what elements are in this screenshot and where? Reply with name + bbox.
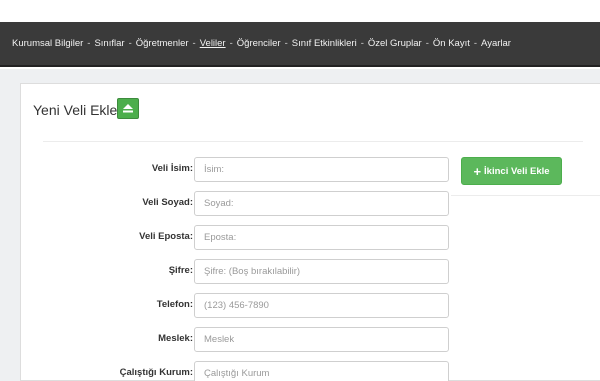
veli-isim-input[interactable] xyxy=(194,157,449,182)
collapse-panel-button[interactable] xyxy=(117,98,139,119)
form-row-telefon: Telefon: xyxy=(21,293,461,318)
form-row-veli-soyad: Veli Soyad: xyxy=(21,191,461,216)
nav-separator: - xyxy=(229,38,233,49)
calistigi-kurum-label: Çalıştığı Kurum: xyxy=(119,367,193,378)
nav-item-ayarlar[interactable]: Ayarlar xyxy=(481,38,511,49)
nav-item-sinif-etkinlikleri[interactable]: Sınıf Etkinlikleri xyxy=(292,38,357,49)
eject-icon xyxy=(123,104,133,113)
meslek-input[interactable] xyxy=(194,327,449,352)
nav-item-ogretmenler[interactable]: Öğretmenler xyxy=(136,38,189,49)
nav-item-on-kayit[interactable]: Ön Kayıt xyxy=(433,38,470,49)
add-second-parent-button[interactable]: + İkinci Veli Ekle xyxy=(461,157,562,185)
nav-separator: - xyxy=(284,38,288,49)
plus-icon: + xyxy=(473,163,482,179)
sifre-input[interactable] xyxy=(194,259,449,284)
panel-divider xyxy=(43,141,583,142)
nav-item-siniflar[interactable]: Sınıflar xyxy=(94,38,124,49)
top-navigation: Kurumsal Bilgiler - Sınıflar - Öğretmenl… xyxy=(0,22,600,67)
telefon-input[interactable] xyxy=(194,293,449,318)
veli-isim-label: Veli İsim: xyxy=(151,163,193,174)
nav-item-veliler[interactable]: Veliler xyxy=(200,38,226,49)
panel-title: Yeni Veli Ekle xyxy=(33,102,118,118)
side-divider xyxy=(451,195,600,196)
nav-separator: - xyxy=(473,38,478,49)
nav-separator: - xyxy=(425,38,429,49)
telefon-label: Telefon: xyxy=(156,299,193,310)
nav-item-kurumsal-bilgiler[interactable]: Kurumsal Bilgiler xyxy=(12,38,83,49)
nav-separator: - xyxy=(128,38,132,49)
form-row-meslek: Meslek: xyxy=(21,327,461,352)
new-parent-panel: Yeni Veli Ekle Veli İsim: Veli Soyad: Ve… xyxy=(20,83,600,381)
form-row-veli-eposta: Veli Eposta: xyxy=(21,225,461,250)
sifre-label: Şifre: xyxy=(168,265,193,276)
meslek-label: Meslek: xyxy=(158,333,193,344)
form-row-sifre: Şifre: xyxy=(21,259,461,284)
nav-separator: - xyxy=(360,38,364,49)
add-second-parent-label: İkinci Veli Ekle xyxy=(484,165,550,177)
nav-item-ogrenciler[interactable]: Öğrenciler xyxy=(237,38,281,49)
nav-item-ozel-gruplar[interactable]: Özel Gruplar xyxy=(368,38,422,49)
nav-separator: - xyxy=(192,38,196,49)
calistigi-kurum-input[interactable] xyxy=(194,361,449,381)
veli-eposta-input[interactable] xyxy=(194,225,449,250)
veli-eposta-label: Veli Eposta: xyxy=(139,231,193,242)
form-row-calistigi-kurum: Çalıştığı Kurum: xyxy=(21,361,461,381)
form-row-veli-isim: Veli İsim: xyxy=(21,157,461,182)
veli-soyad-input[interactable] xyxy=(194,191,449,216)
nav-separator: - xyxy=(87,38,91,49)
veli-soyad-label: Veli Soyad: xyxy=(142,197,193,208)
